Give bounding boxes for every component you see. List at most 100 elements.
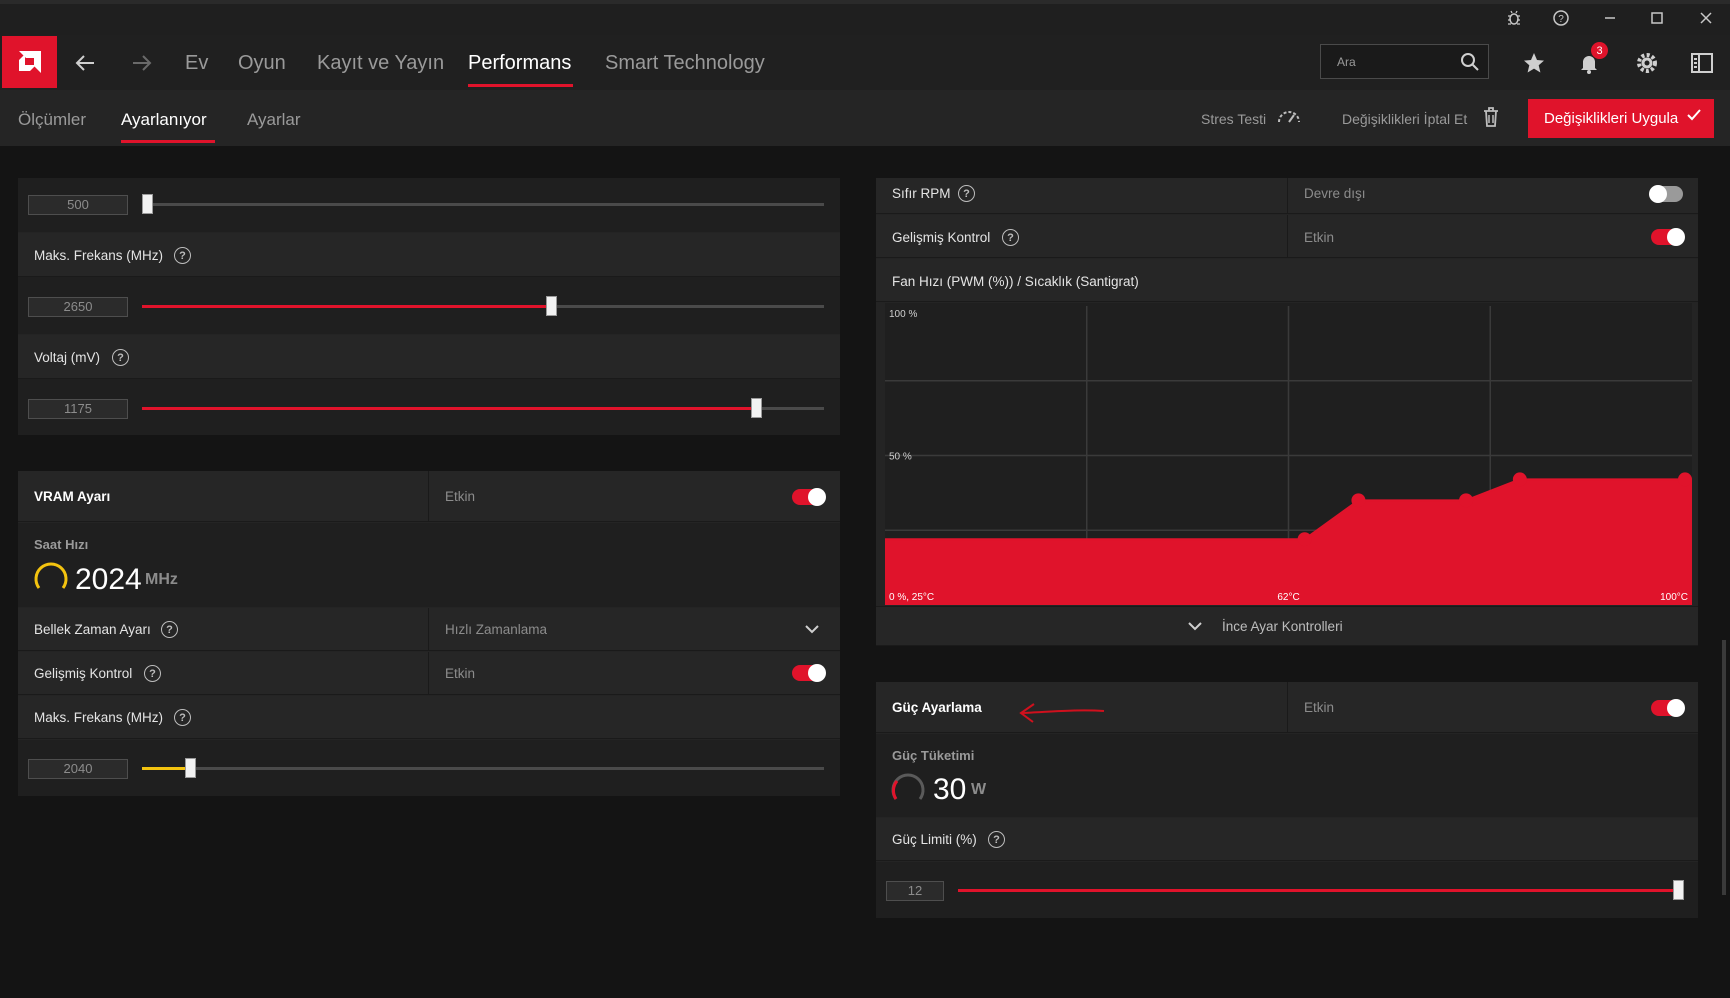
power-limit-slider-fill: [958, 889, 1678, 892]
x-tick-label-max: 100°C: [1660, 592, 1688, 603]
speedometer-icon[interactable]: [1276, 106, 1302, 131]
fan-curve-title: Fan Hızı (PWM (%)) / Sıcaklık (Santigrat…: [892, 274, 1139, 289]
column-divider: [1287, 682, 1288, 733]
vram-max-freq-slider-thumb[interactable]: [185, 758, 196, 778]
help-icon[interactable]: ?: [1002, 229, 1019, 246]
nav-tab-performance[interactable]: Performans: [468, 52, 571, 75]
vram-advanced-status: Etkin: [445, 666, 476, 681]
maximize-icon[interactable]: [1643, 6, 1671, 30]
back-arrow-icon[interactable]: [70, 45, 100, 81]
vram-clock-label: Saat Hızı: [34, 537, 89, 552]
trash-icon[interactable]: [1482, 106, 1500, 133]
red-annotation-arrow: [1018, 700, 1106, 729]
help-icon[interactable]: ?: [161, 621, 178, 638]
fan-curve-svg[interactable]: 100 % 50 % 0 %, 25°C 62°C 100°C: [885, 303, 1692, 605]
fan-curve-point[interactable]: [1351, 493, 1366, 508]
fan-curve-point[interactable]: [1297, 532, 1312, 547]
vram-toggle[interactable]: [792, 488, 826, 506]
column-divider: [428, 471, 429, 522]
help-icon[interactable]: ?: [174, 709, 191, 726]
nav-tab-home[interactable]: Ev: [185, 52, 208, 75]
help-icon[interactable]: ?: [174, 247, 191, 264]
zero-rpm-status: Devre dışı: [1304, 186, 1366, 201]
help-icon[interactable]: ?: [144, 665, 161, 682]
voltage-value-box[interactable]: 1175: [28, 399, 128, 419]
column-divider: [428, 652, 429, 695]
sub-active-indicator: [121, 140, 215, 143]
min-freq-slider-thumb[interactable]: [142, 194, 153, 214]
power-limit-slider-thumb[interactable]: [1673, 880, 1684, 900]
vram-max-freq-slider-track[interactable]: [142, 767, 824, 770]
bug-icon[interactable]: [1500, 6, 1528, 30]
column-divider: [1287, 215, 1288, 258]
forward-arrow-icon[interactable]: [127, 45, 157, 81]
y-tick-label-50: 50 %: [889, 452, 912, 463]
tab-settings[interactable]: Ayarlar: [247, 110, 301, 130]
vram-advanced-label: Gelişmiş Kontrol: [34, 666, 133, 681]
max-freq-slider-thumb[interactable]: [546, 296, 557, 316]
vram-advanced-toggle[interactable]: [792, 664, 826, 682]
memory-timing-label: Bellek Zaman Ayarı: [34, 622, 151, 637]
search-box[interactable]: [1320, 44, 1489, 79]
help-icon[interactable]: ?: [958, 185, 975, 202]
fan-advanced-status: Etkin: [1304, 230, 1335, 245]
stress-test-button[interactable]: Stres Testi: [1201, 111, 1266, 127]
close-icon[interactable]: [1692, 6, 1720, 30]
search-input[interactable]: [1337, 53, 1447, 71]
help-icon[interactable]: ?: [112, 349, 129, 366]
notification-count-badge: 3: [1591, 42, 1608, 59]
voltage-label: Voltaj (mV): [34, 350, 101, 365]
memory-timing-dropdown[interactable]: Hızlı Zamanlama: [445, 622, 547, 637]
y-tick-label-100: 100 %: [889, 309, 917, 320]
fan-curve-point[interactable]: [1512, 472, 1527, 487]
voltage-slider-fill: [142, 407, 756, 410]
x-tick-label-mid: 62°C: [1277, 592, 1299, 603]
help-icon[interactable]: ?: [988, 831, 1005, 848]
clock-gauge-icon: [33, 560, 69, 599]
apply-changes-button[interactable]: Değişiklikleri Uygula: [1528, 99, 1714, 138]
nav-tab-record-stream[interactable]: Kayıt ve Yayın: [317, 52, 444, 75]
power-toggle[interactable]: [1651, 699, 1685, 717]
chevron-down-icon[interactable]: [804, 622, 820, 640]
max-freq-value-box[interactable]: 2650: [28, 297, 128, 317]
fan-advanced-label: Gelişmiş Kontrol: [892, 230, 991, 245]
minimize-icon[interactable]: [1596, 6, 1624, 30]
sidebar-panel-icon[interactable]: [1684, 46, 1720, 80]
gear-settings-icon[interactable]: [1629, 46, 1665, 80]
power-gauge-icon: [890, 771, 926, 810]
checkmark-icon: [1686, 107, 1702, 128]
amd-logo-icon[interactable]: [2, 36, 57, 88]
zero-rpm-label: Sıfır RPM: [892, 186, 951, 201]
tab-metrics[interactable]: Ölçümler: [18, 110, 86, 130]
page-scrollbar[interactable]: [1722, 640, 1726, 895]
vram-status: Etkin: [445, 489, 476, 504]
discard-changes-button[interactable]: Değişiklikleri İptal Et: [1342, 111, 1467, 127]
help-icon[interactable]: ?: [1547, 6, 1575, 30]
power-consumption-row: [876, 734, 1698, 817]
voltage-slider-thumb[interactable]: [751, 398, 762, 418]
search-icon[interactable]: [1460, 52, 1480, 72]
power-title: Güç Ayarlama: [892, 700, 982, 715]
fan-curve-point[interactable]: [1678, 472, 1692, 487]
vram-title: VRAM Ayarı: [34, 489, 111, 504]
min-freq-value-box[interactable]: 500: [28, 195, 128, 215]
power-consumption-value: 30: [933, 773, 967, 806]
zero-rpm-toggle[interactable]: [1649, 185, 1683, 203]
nav-tab-smart-technology[interactable]: Smart Technology: [605, 52, 765, 75]
chevron-down-icon[interactable]: [1187, 619, 1203, 637]
fan-advanced-toggle[interactable]: [1651, 228, 1685, 246]
nav-tab-gaming[interactable]: Oyun: [238, 52, 286, 75]
fan-curve-chart[interactable]: 100 % 50 % 0 %, 25°C 62°C 100°C: [885, 303, 1692, 605]
nav-active-indicator: [468, 84, 573, 87]
column-divider: [428, 608, 429, 651]
fan-curve-point[interactable]: [1459, 493, 1474, 508]
fine-tune-controls-button[interactable]: İnce Ayar Kontrolleri: [1222, 619, 1343, 634]
power-limit-value-box[interactable]: 12: [886, 881, 944, 901]
max-freq-label: Maks. Frekans (MHz): [34, 248, 164, 263]
vram-advanced-row: [18, 652, 840, 695]
tab-tuning[interactable]: Ayarlanıyor: [121, 110, 207, 130]
vram-max-freq-value-box[interactable]: 2040: [28, 759, 128, 779]
power-limit-label: Güç Limiti (%): [892, 832, 977, 847]
star-favorites-icon[interactable]: [1516, 46, 1552, 80]
min-freq-slider-track[interactable]: [142, 203, 824, 206]
